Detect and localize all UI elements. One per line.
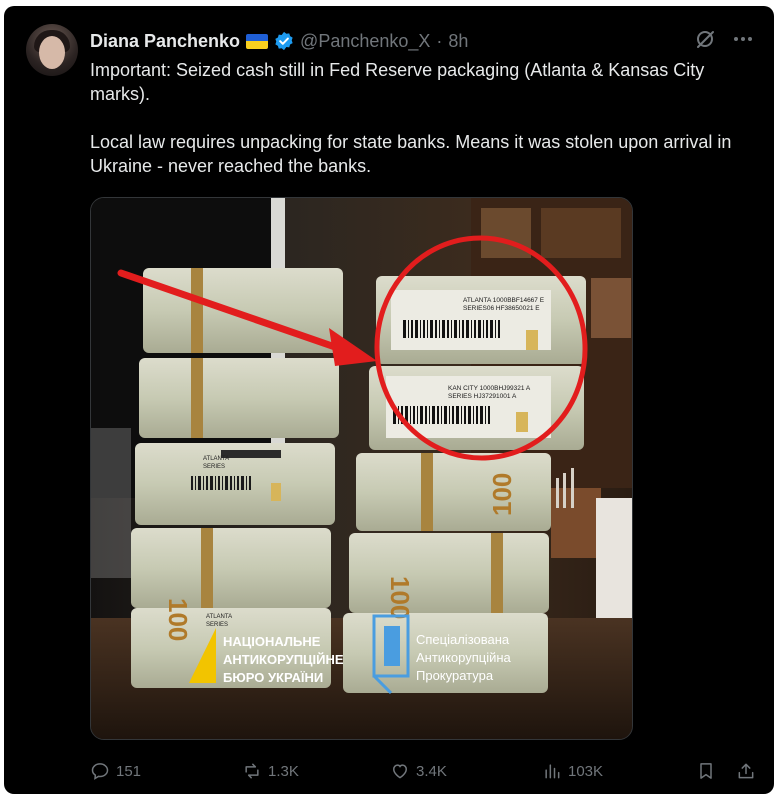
share-button[interactable] — [736, 761, 756, 781]
separator-dot: · — [436, 30, 443, 51]
reply-button[interactable]: 151 — [90, 761, 141, 781]
like-button[interactable]: 3.4K — [390, 761, 447, 781]
tweet-header: Diana Panchenko @Panchenko_X · 8h — [90, 28, 468, 54]
reply-count: 151 — [116, 762, 142, 780]
atlanta-band-line2: SERIES06 HF38650021 E — [463, 305, 540, 312]
avatar-face — [39, 36, 65, 69]
grok-icon[interactable] — [694, 28, 716, 50]
repost-count: 1.3K — [268, 762, 299, 780]
more-options-icon[interactable] — [732, 28, 754, 50]
author-name[interactable]: Diana Panchenko — [90, 31, 240, 52]
left-bottom-band-line2: SERIES — [206, 622, 228, 628]
bookmark-button[interactable] — [696, 761, 716, 781]
seized-cash-photo: ATLANTA SERIES ATLANTA SERIES ATLANTA 10… — [91, 198, 632, 739]
ukraine-flag-icon — [246, 33, 269, 49]
tweet-image[interactable]: ATLANTA SERIES ATLANTA SERIES ATLANTA 10… — [90, 197, 633, 740]
nabu-logo-line3: БЮРО УКРАЇНИ — [223, 670, 323, 685]
bookmark-icon — [700, 763, 712, 779]
tweet-text: Important: Seized cash still in Fed Rese… — [90, 60, 732, 176]
share-icon — [738, 763, 754, 779]
heart-icon — [392, 764, 408, 779]
left-cash-stack: ATLANTA SERIES ATLANTA SERIES — [131, 268, 343, 688]
denomination-100-left: 100 — [163, 598, 193, 641]
top-right-icons — [694, 28, 754, 50]
left-bottom-band-line1: ATLANTA — [206, 614, 232, 620]
author-handle[interactable]: @Panchenko_X — [300, 31, 430, 52]
repost-icon — [245, 763, 259, 779]
reply-icon — [91, 763, 109, 780]
nabu-logo-line2: АНТИКОРУПЦІЙНЕ — [223, 652, 344, 667]
sap-logo-line1: Спеціалізована — [416, 632, 510, 647]
avatar[interactable] — [26, 24, 78, 76]
action-bar: 151 1.3K 3.4K 103K — [90, 758, 770, 784]
tweet-card: Diana Panchenko @Panchenko_X · 8h Import… — [4, 6, 774, 794]
kansas-band-line1: KAN CITY 1000BHJ99321 A — [448, 385, 531, 392]
sap-logo-line2: Антикорупційна — [416, 650, 512, 665]
verified-badge-icon[interactable] — [274, 31, 294, 51]
views-button[interactable]: 103K — [542, 761, 603, 781]
kansas-band-line2: SERIES HJ37291001 A — [448, 393, 517, 400]
timestamp[interactable]: 8h — [448, 31, 468, 52]
denomination-100-right: 100 — [487, 473, 517, 516]
repost-button[interactable]: 1.3K — [242, 761, 299, 781]
sap-logo-line3: Прокуратура — [416, 668, 494, 683]
views-chart-icon — [545, 764, 560, 779]
left-band-line2: SERIES — [203, 464, 225, 470]
nabu-logo-line1: НАЦІОНАЛЬНЕ — [223, 634, 321, 649]
left-band-line1: ATLANTA — [203, 456, 229, 462]
denomination-100-mid: 100 — [385, 576, 415, 619]
views-count: 103K — [568, 762, 604, 780]
atlanta-band-line1: ATLANTA 1000BBF14667 E — [463, 297, 545, 304]
like-count: 3.4K — [416, 762, 447, 780]
